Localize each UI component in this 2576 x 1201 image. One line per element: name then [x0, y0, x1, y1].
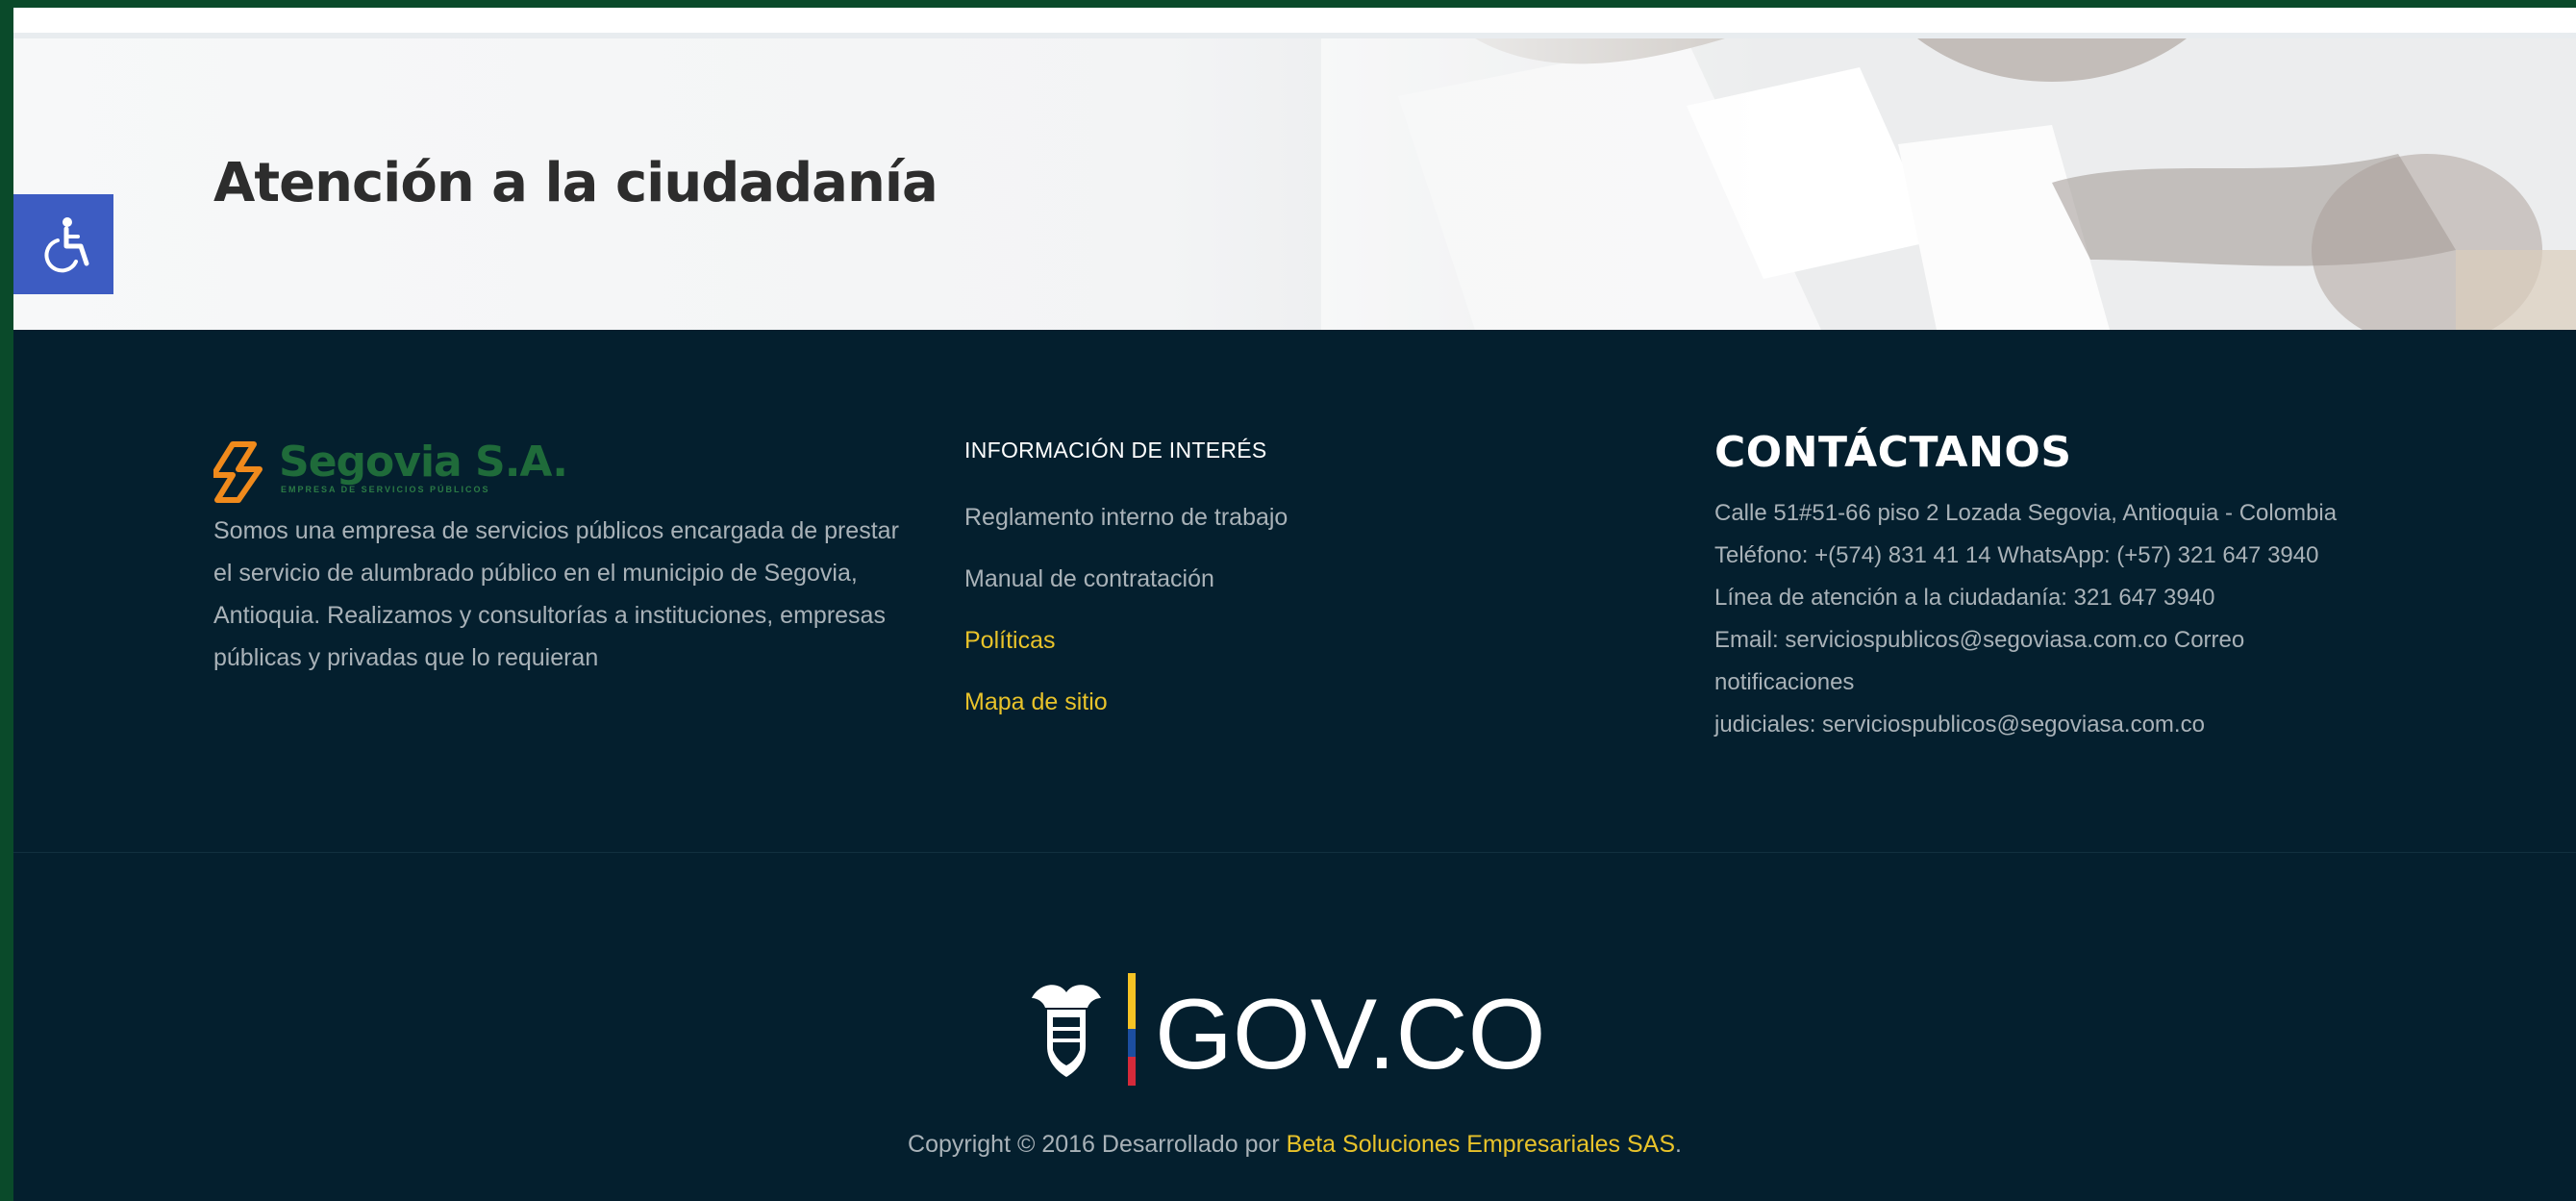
link-manual-contratacion[interactable]: Manual de contratación [964, 548, 1503, 610]
hero-background-photo [1321, 38, 2576, 330]
window-frame-left [0, 0, 13, 1201]
footer-contact-column: CONTÁCTANOS Calle 51#51-66 piso 2 Lozada… [1714, 428, 2503, 746]
footer-about-column: Segovia S.A. EMPRESA DE SERVICIOS PÚBLIC… [213, 440, 915, 679]
developer-link[interactable]: Beta Soluciones Empresariales SAS [1287, 1131, 1675, 1158]
copyright-period: . [1675, 1131, 1682, 1158]
segovia-logo-icon [213, 441, 263, 503]
contact-judicial: judiciales: serviciospublicos@segoviasa.… [1714, 712, 2205, 738]
info-links: Reglamento interno de trabajo Manual de … [964, 487, 1503, 733]
logo-name: Segovia S.A. [279, 438, 568, 487]
top-bar [13, 8, 2576, 38]
footer: Segovia S.A. EMPRESA DE SERVICIOS PÚBLIC… [13, 330, 2576, 1201]
link-mapa-sitio[interactable]: Mapa de sitio [964, 671, 1503, 733]
colombia-flag-bar [1128, 973, 1136, 1086]
govco-text: GOV.CO [1155, 979, 1546, 1090]
window-frame-top [0, 0, 2576, 8]
copyright: Copyright © 2016 Desarrollado por Beta S… [13, 1131, 2576, 1159]
contact-address: Calle 51#51-66 piso 2 Lozada Segovia, An… [1714, 500, 2338, 526]
link-politicas[interactable]: Políticas [964, 610, 1503, 671]
contact-heading: CONTÁCTANOS [1714, 428, 2072, 477]
copyright-text: Copyright © 2016 Desarrollado por [908, 1131, 1287, 1158]
contact-details: Calle 51#51-66 piso 2 Lozada Segovia, An… [1714, 492, 2503, 746]
accessibility-button[interactable] [13, 194, 113, 294]
contact-citizen-line: Línea de atención a la ciudadanía: 321 6… [1714, 585, 2215, 611]
wheelchair-icon [44, 217, 89, 273]
contact-phone: Teléfono: +(574) 831 41 14 WhatsApp: (+5… [1714, 542, 2319, 568]
link-reglamento[interactable]: Reglamento interno de trabajo [964, 487, 1503, 548]
company-description: Somos una empresa de servicios públicos … [213, 517, 899, 671]
colombia-coat-of-arms-icon [1032, 985, 1101, 1077]
contact-notifications: notificaciones [1714, 669, 1855, 695]
company-logo[interactable]: Segovia S.A. EMPRESA DE SERVICIOS PÚBLIC… [213, 440, 915, 510]
footer-divider [13, 852, 2576, 853]
info-heading: INFORMACIÓN DE INTERÉS [964, 438, 1267, 463]
hero-banner: Atención a la ciudadanía [13, 38, 2576, 330]
footer-info-column: INFORMACIÓN DE INTERÉS Reglamento intern… [964, 438, 1503, 733]
page-title: Atención a la ciudadanía [213, 152, 938, 214]
page: Atención a la ciudadanía Segovia S.A. EM… [13, 8, 2576, 1201]
contact-email: Email: serviciospublicos@segoviasa.com.c… [1714, 627, 2245, 653]
govco-logo[interactable]: GOV.CO [1020, 969, 1597, 1090]
